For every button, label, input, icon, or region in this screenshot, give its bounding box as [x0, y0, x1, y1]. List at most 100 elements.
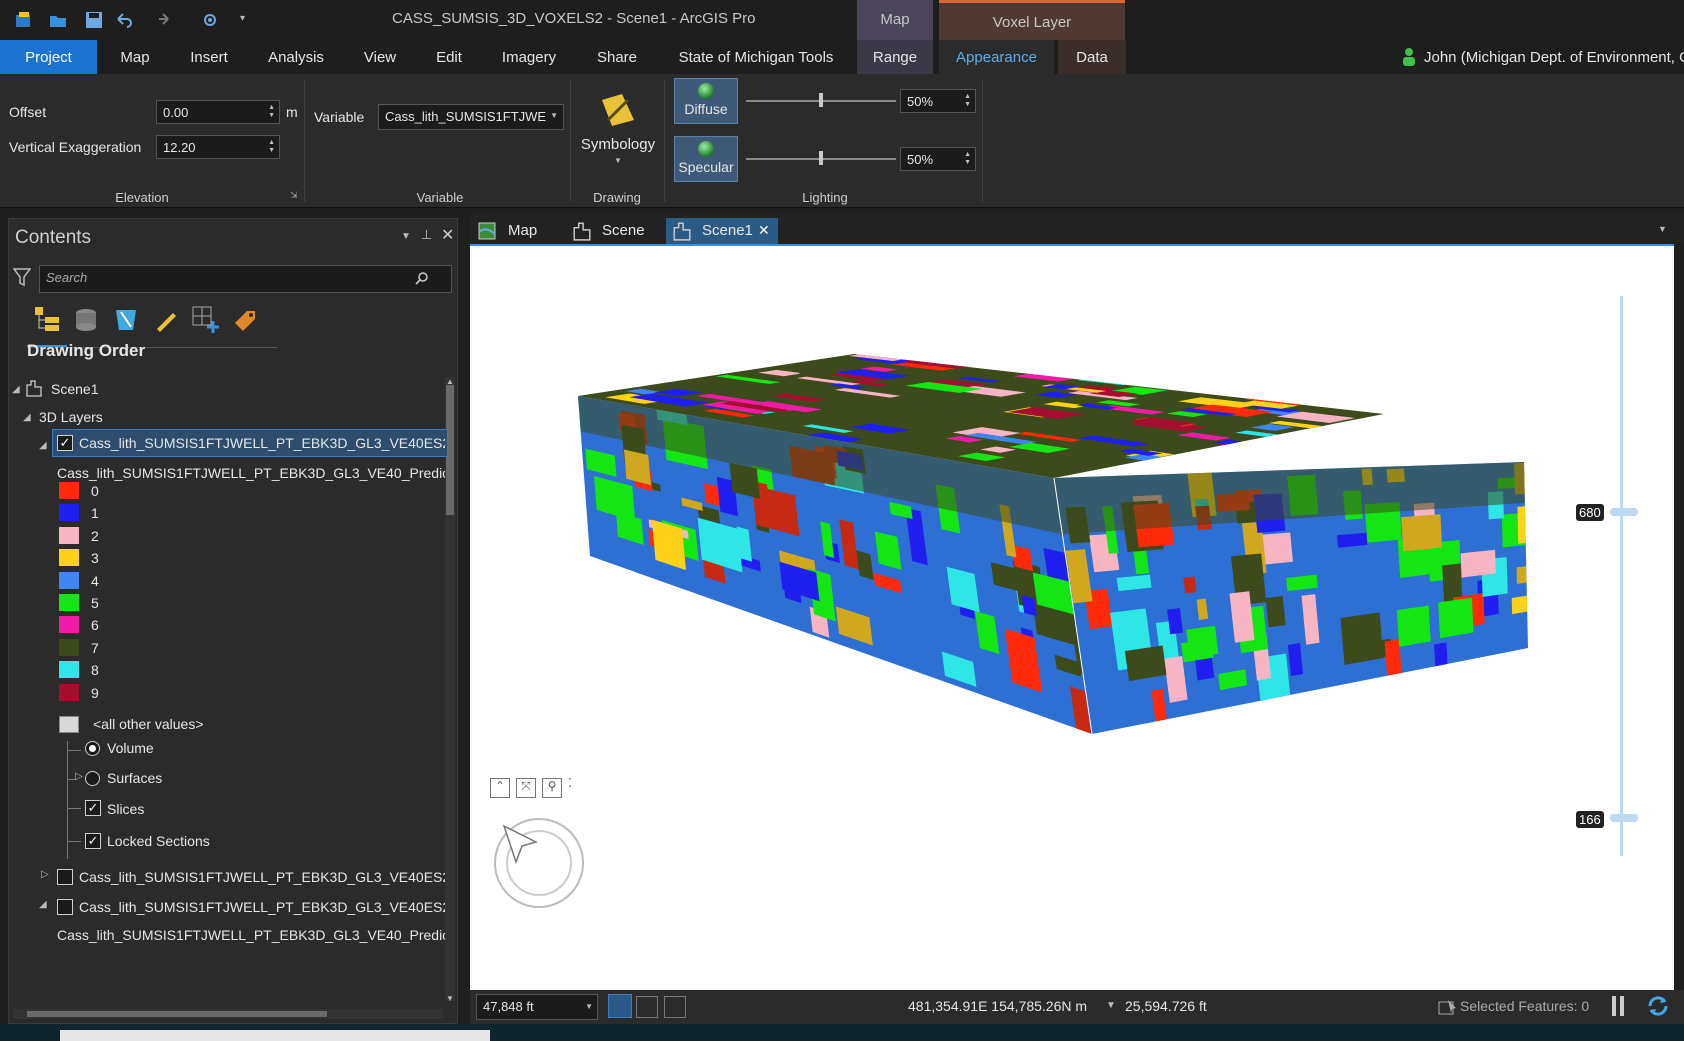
tab-state-of-michigan-tools[interactable]: State of Michigan Tools	[666, 40, 846, 74]
symbology-button[interactable]: Symbology	[578, 136, 658, 153]
offset-field[interactable]: 0.00 ▲ ▼	[156, 100, 280, 124]
tree-item-layer2[interactable]: Cass_lith_SUMSIS1FTJWELL_PT_EBK3D_GL3_VE…	[79, 869, 445, 885]
pause-drawing-icon[interactable]	[1612, 996, 1616, 1016]
layer1-visibility-checkbox[interactable]: ✓	[57, 435, 73, 451]
diffuse-button[interactable]: Diffuse	[674, 78, 738, 124]
view-tab-scene1[interactable]: Scene1 ✕	[666, 218, 778, 244]
list-by-snapping-icon[interactable]	[191, 305, 221, 335]
volume-radio[interactable]	[85, 741, 100, 756]
list-by-drawing-order-icon[interactable]	[33, 305, 61, 333]
navigate-icon[interactable]	[200, 10, 220, 30]
range-min-handle[interactable]	[1610, 814, 1638, 822]
range-slider-track[interactable]	[1620, 296, 1623, 856]
collapse-layer3-icon[interactable]: ◢	[39, 899, 47, 910]
slices-checkbox[interactable]: ✓	[85, 800, 101, 816]
surfaces-radio[interactable]	[85, 771, 100, 786]
tree-item-slices[interactable]: Slices	[107, 801, 144, 817]
specular-slider-thumb[interactable]	[819, 151, 823, 165]
layer3-visibility-checkbox[interactable]	[57, 899, 73, 915]
variable-dropdown[interactable]: Cass_lith_SUMSIS1FTJWE ▼	[378, 104, 564, 130]
horizontal-scrollbar[interactable]	[13, 1009, 443, 1019]
coordinate-system-dropdown-icon[interactable]: ▼	[1106, 1000, 1116, 1011]
walk-icon[interactable]: ⚲	[542, 778, 562, 798]
view-tab-scene[interactable]: Scene	[566, 218, 666, 244]
vex-spin-icon[interactable]: ▲ ▼	[268, 139, 275, 155]
tab-map[interactable]: Map	[104, 40, 166, 74]
table-icon[interactable]	[664, 996, 686, 1018]
tab-range[interactable]: Range	[857, 40, 933, 74]
legend-swatch-3[interactable]	[59, 549, 79, 567]
legend-swatch-other[interactable]	[59, 716, 79, 733]
new-project-icon[interactable]	[14, 10, 34, 30]
search-icon[interactable]	[415, 271, 429, 285]
contents-search-input[interactable]: Search	[39, 265, 452, 293]
navigator-up-icon[interactable]: ⌃	[490, 778, 510, 798]
tab-view[interactable]: View	[356, 40, 404, 74]
legend-swatch-5[interactable]	[59, 594, 79, 611]
specular-percent-field[interactable]: 50% ▲ ▼	[900, 147, 976, 171]
locked-sections-checkbox[interactable]: ✓	[85, 833, 101, 849]
tab-analysis[interactable]: Analysis	[258, 40, 334, 74]
user-name[interactable]: John (Michigan Dept. of Environment, G	[1424, 49, 1684, 66]
tab-share[interactable]: Share	[588, 40, 646, 74]
tab-appearance[interactable]: Appearance	[939, 40, 1054, 74]
scroll-down-icon[interactable]: ▼	[446, 994, 454, 1003]
dialog-launcher-icon[interactable]: ⇲	[290, 190, 298, 201]
legend-swatch-2[interactable]	[59, 526, 79, 544]
close-pane-icon[interactable]: ✕	[441, 225, 454, 245]
full-extent-icon[interactable]: ⤧	[516, 778, 536, 798]
contents-scrollbar[interactable]	[445, 377, 455, 1001]
specular-button[interactable]: Specular	[674, 136, 738, 182]
snapping-icon[interactable]	[608, 994, 632, 1018]
more-options-icon[interactable]: ⁚	[568, 776, 572, 790]
list-by-source-icon[interactable]	[73, 307, 99, 333]
diffuse-spin-icon[interactable]: ▲ ▼	[964, 93, 971, 109]
close-tab-icon[interactable]: ✕	[758, 222, 770, 239]
save-icon[interactable]	[84, 10, 104, 30]
tree-item-volume[interactable]: Volume	[107, 740, 154, 756]
redo-icon[interactable]	[152, 10, 172, 30]
taskbar-search-box[interactable]	[60, 1030, 490, 1041]
filter-icon[interactable]	[13, 267, 31, 287]
offset-spin-icon[interactable]: ▲ ▼	[268, 104, 275, 120]
scroll-up-icon[interactable]: ▲	[446, 377, 454, 386]
tab-project[interactable]: Project	[0, 40, 97, 74]
refresh-icon[interactable]	[1646, 994, 1670, 1018]
tab-edit[interactable]: Edit	[426, 40, 472, 74]
legend-swatch-0[interactable]	[59, 482, 79, 499]
layer2-visibility-checkbox[interactable]	[57, 869, 73, 885]
legend-swatch-8[interactable]	[59, 661, 79, 679]
legend-swatch-1[interactable]	[59, 504, 79, 522]
tree-item-3d-layers[interactable]: 3D Layers	[39, 409, 103, 425]
open-folder-icon[interactable]	[48, 10, 68, 30]
expand-surfaces-icon[interactable]: ▷	[75, 771, 83, 782]
list-by-selection-icon[interactable]	[113, 307, 139, 333]
pane-options-icon[interactable]: ▼	[401, 231, 411, 242]
tree-item-surfaces[interactable]: Surfaces	[107, 770, 162, 786]
collapse-layer1-icon[interactable]: ◢	[39, 440, 47, 451]
collapse-scene-icon[interactable]: ◢	[12, 384, 20, 395]
scale-dropdown[interactable]: 47,848 ft ▼	[476, 994, 598, 1020]
range-max-handle[interactable]	[1610, 508, 1638, 516]
navigator-compass-icon[interactable]	[492, 816, 586, 910]
horizontal-scrollbar-thumb[interactable]	[27, 1011, 327, 1017]
tab-data[interactable]: Data	[1058, 40, 1126, 74]
specular-spin-icon[interactable]: ▲ ▼	[964, 151, 971, 167]
tab-imagery[interactable]: Imagery	[494, 40, 564, 74]
symbology-dropdown-icon[interactable]: ▼	[614, 156, 622, 165]
customize-qat-icon[interactable]: ▾	[240, 13, 245, 24]
diffuse-slider-thumb[interactable]	[819, 93, 823, 107]
tree-item-scene1[interactable]: Scene1	[51, 381, 98, 397]
voxel-volume[interactable]	[470, 246, 1674, 990]
expand-layer2-icon[interactable]: ▷	[41, 869, 49, 880]
tree-item-locked-sections[interactable]: Locked Sections	[107, 833, 210, 849]
pin-icon[interactable]: ⊥	[421, 227, 432, 243]
vertical-exaggeration-field[interactable]: 12.20 ▲ ▼	[156, 135, 280, 159]
legend-swatch-7[interactable]	[59, 638, 79, 656]
view-tab-map[interactable]: Map	[472, 218, 562, 244]
tree-item-layer1[interactable]: Cass_lith_SUMSIS1FTJWELL_PT_EBK3D_GL3_VE…	[79, 435, 445, 451]
scene-view[interactable]: 680 166 ⌃ ⤧ ⚲ ⁚	[470, 244, 1674, 990]
list-by-labeling-icon[interactable]	[231, 307, 259, 335]
legend-swatch-9[interactable]	[59, 683, 79, 701]
legend-swatch-6[interactable]	[59, 616, 79, 634]
